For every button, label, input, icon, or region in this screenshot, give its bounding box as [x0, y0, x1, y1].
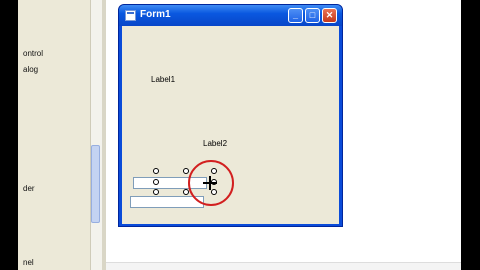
- toolbox-item-control[interactable]: ontrol: [23, 49, 43, 58]
- form-icon: [125, 10, 136, 21]
- toolbox-panel: ontrol alog der nel: [18, 0, 90, 270]
- right-edge: [461, 0, 480, 270]
- minimize-button[interactable]: _: [288, 8, 303, 23]
- toolbox-scrollbar[interactable]: [90, 0, 102, 270]
- move-cursor-icon: [203, 176, 217, 190]
- label2[interactable]: Label2: [203, 139, 227, 148]
- screen: ontrol alog der nel Form1 _ □ ✕ Label1 L…: [0, 0, 480, 270]
- selection-handle-top-middle[interactable]: [183, 168, 189, 174]
- close-button[interactable]: ✕: [322, 8, 337, 23]
- toolbox-scrollbar-thumb[interactable]: [91, 145, 100, 223]
- selection-handle-middle-left[interactable]: [153, 179, 159, 185]
- toolbox-item-dialog[interactable]: alog: [23, 65, 38, 74]
- selection-handle-top-left[interactable]: [153, 168, 159, 174]
- selection-handle-bottom-left[interactable]: [153, 189, 159, 195]
- toolbox-item-panel[interactable]: nel: [23, 258, 34, 267]
- form-titlebar[interactable]: Form1 _ □ ✕: [119, 5, 342, 26]
- toolbox-item-folder[interactable]: der: [23, 184, 35, 193]
- label1[interactable]: Label1: [151, 75, 175, 84]
- designer-bottom-bar: [106, 262, 461, 270]
- maximize-button[interactable]: □: [305, 8, 320, 23]
- form-title: Form1: [140, 9, 171, 20]
